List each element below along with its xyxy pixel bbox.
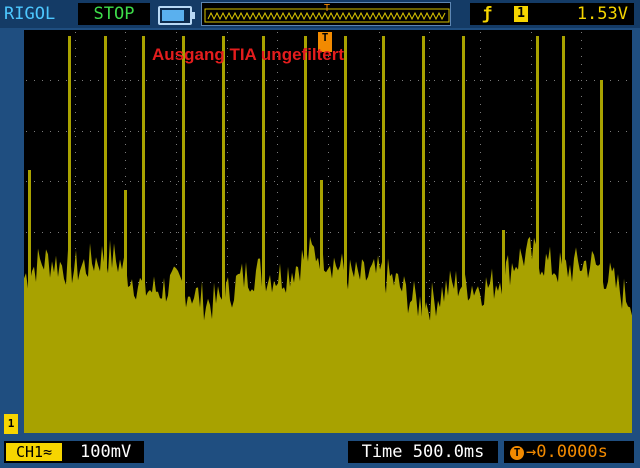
trigger-offset-value: →0.0000s bbox=[526, 442, 608, 462]
channel1-ground-marker[interactable]: 1 bbox=[4, 414, 18, 434]
brand-logo: RIGOL bbox=[4, 4, 56, 24]
channel1-scale: 100mV bbox=[80, 442, 132, 462]
rising-edge-icon: ƒ bbox=[482, 4, 493, 24]
waveform-display[interactable] bbox=[24, 30, 632, 433]
channel1-tag: CH1≈ bbox=[6, 443, 62, 461]
svg-text:T: T bbox=[324, 3, 330, 14]
trigger-source-badge: 1 bbox=[514, 6, 528, 22]
channel1-info[interactable]: CH1≈ 100mV bbox=[4, 441, 144, 463]
trigger-offset-icon: T bbox=[510, 446, 524, 460]
status-bar: RIGOL STOP T ƒ 1 1.53V bbox=[0, 0, 640, 28]
trigger-level: 1.53V bbox=[576, 4, 628, 24]
waveform-annotation: Ausgang TIA ungefiltert bbox=[152, 45, 345, 64]
trigger-panel[interactable]: ƒ 1 1.53V bbox=[470, 3, 634, 25]
battery-icon bbox=[158, 6, 195, 25]
run-stop-indicator[interactable]: STOP bbox=[78, 3, 150, 25]
timebase-readout[interactable]: Time 500.0ms bbox=[348, 441, 498, 463]
memory-depth-bar: T bbox=[201, 2, 451, 26]
trigger-offset-readout[interactable]: T →0.0000s bbox=[504, 441, 634, 463]
bottom-status-bar: CH1≈ 100mV Time 500.0ms T →0.0000s bbox=[0, 438, 640, 468]
